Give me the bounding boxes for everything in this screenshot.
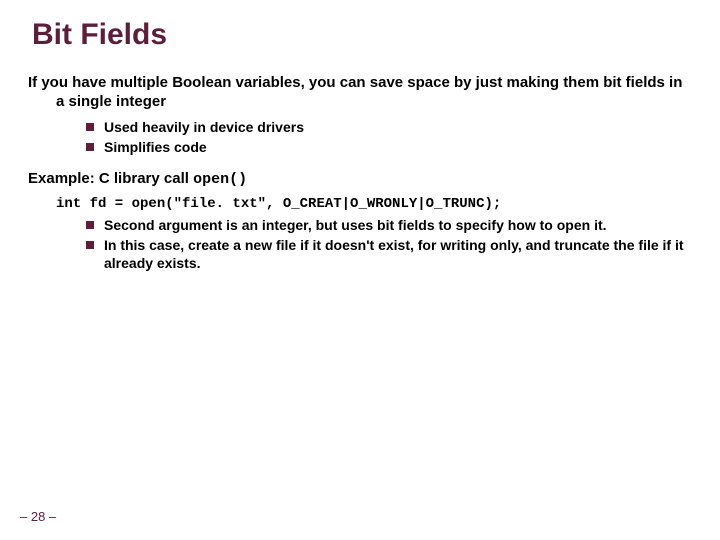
list-item: Simplifies code bbox=[86, 138, 692, 156]
list-item: In this case, create a new file if it do… bbox=[86, 236, 692, 272]
square-bullet-icon bbox=[86, 221, 94, 229]
example-line: Example: C library call open() bbox=[28, 170, 692, 188]
bullet-text: Used heavily in device drivers bbox=[104, 118, 692, 136]
list-item: Used heavily in device drivers bbox=[86, 118, 692, 136]
bullet-text: In this case, create a new file if it do… bbox=[104, 236, 692, 272]
square-bullet-icon bbox=[86, 143, 94, 151]
example-prefix: Example: C library call bbox=[28, 170, 193, 187]
square-bullet-icon bbox=[86, 241, 94, 249]
slide-title: Bit Fields bbox=[32, 18, 692, 52]
page-number: – 28 – bbox=[20, 509, 56, 524]
bullet-text: Second argument is an integer, but uses … bbox=[104, 216, 692, 234]
bullet-list-1: Used heavily in device drivers Simplifie… bbox=[86, 118, 692, 156]
intro-paragraph: If you have multiple Boolean variables, … bbox=[56, 74, 692, 112]
code-line: int fd = open("file. txt", O_CREAT|O_WRO… bbox=[56, 196, 692, 212]
bullet-text: Simplifies code bbox=[104, 138, 692, 156]
square-bullet-icon bbox=[86, 123, 94, 131]
example-code: open() bbox=[193, 171, 247, 188]
list-item: Second argument is an integer, but uses … bbox=[86, 216, 692, 234]
bullet-list-2: Second argument is an integer, but uses … bbox=[86, 216, 692, 273]
